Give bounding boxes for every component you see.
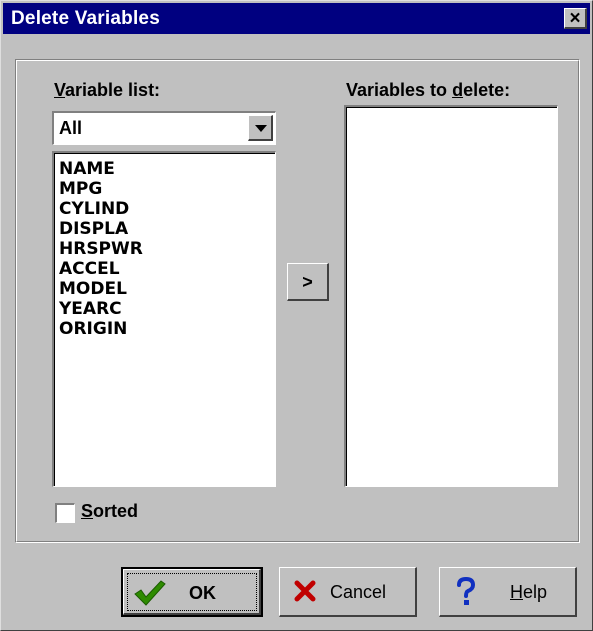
dialog-title: Delete Variables [11, 8, 160, 29]
delete-list-label: Variables to delete: [346, 80, 511, 100]
move-to-delete-button[interactable]: > [287, 263, 329, 301]
list-item[interactable]: NAME [59, 159, 143, 179]
x-icon [294, 580, 316, 602]
delete-variables-dialog: Delete Variables × Variable list: All NA… [0, 0, 593, 631]
move-button-label: > [302, 272, 313, 292]
ok-button-label: OK [189, 583, 216, 603]
variable-items: NAME MPG CYLIND DISPLA HRSPWR ACCEL MODE… [59, 159, 143, 339]
list-item[interactable]: ORIGIN [59, 319, 143, 339]
cancel-button-label: Cancel [330, 582, 387, 602]
checkmark-icon [134, 580, 166, 606]
cancel-button[interactable]: Cancel [279, 567, 417, 617]
title-bar[interactable]: Delete Variables × [3, 3, 590, 34]
variable-list-label: Variable list: [54, 80, 161, 100]
list-item[interactable]: MPG [59, 179, 143, 199]
variable-filter-select[interactable]: All [52, 111, 276, 145]
variable-filter-value: All [59, 118, 83, 138]
sorted-checkbox[interactable] [55, 503, 75, 523]
ok-button[interactable]: OK [121, 567, 263, 617]
list-item[interactable]: ACCEL [59, 259, 143, 279]
delete-listbox[interactable] [344, 105, 558, 487]
chevron-down-icon [255, 125, 267, 132]
close-icon: × [569, 8, 581, 29]
sorted-label[interactable]: Sorted [81, 501, 138, 522]
list-item[interactable]: HRSPWR [59, 239, 143, 259]
list-item[interactable]: DISPLA [59, 219, 143, 239]
help-button-label: Help [510, 582, 548, 602]
list-item[interactable]: YEARC [59, 299, 143, 319]
question-mark-icon [457, 576, 476, 605]
help-button[interactable]: Help [439, 567, 577, 617]
list-item[interactable]: MODEL [59, 279, 143, 299]
list-item[interactable]: CYLIND [59, 199, 143, 219]
variable-listbox[interactable]: NAME MPG CYLIND DISPLA HRSPWR ACCEL MODE… [52, 151, 276, 487]
close-button[interactable]: × [564, 8, 587, 29]
variable-filter-dropdown-button[interactable] [248, 115, 273, 141]
